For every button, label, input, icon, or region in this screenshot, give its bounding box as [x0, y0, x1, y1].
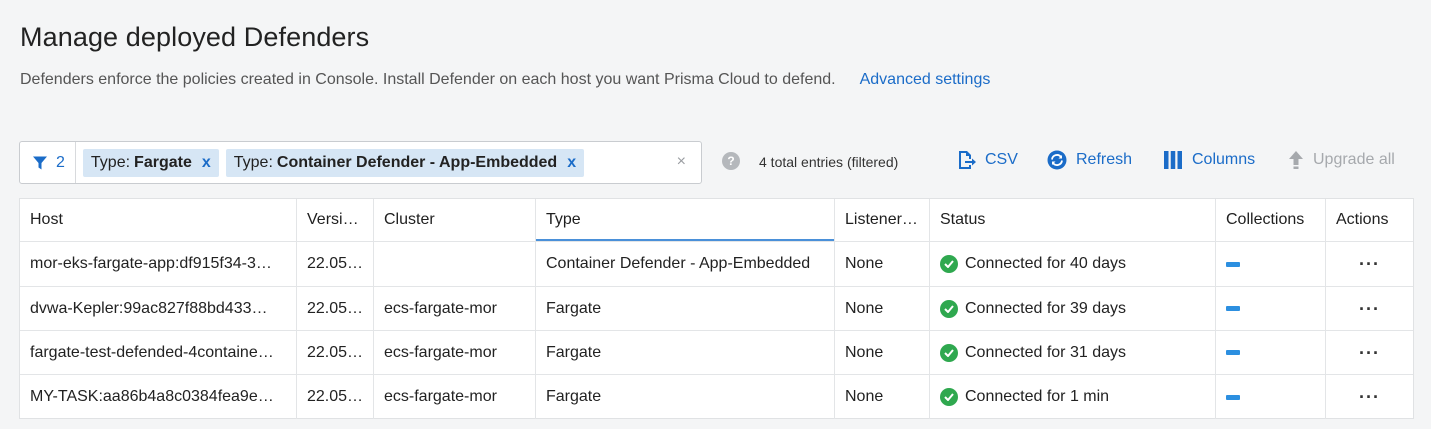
- table-row[interactable]: dvwa-Kepler:99ac827f88bd433… 22.05… ecs-…: [20, 287, 1413, 331]
- column-header-actions: Actions: [1336, 211, 1389, 228]
- chip-key: Type:: [90, 153, 131, 171]
- cluster-cell: ecs-fargate-mor: [374, 287, 536, 330]
- type-cell: Fargate: [536, 287, 835, 330]
- status-cell: Connected for 1 min: [930, 375, 1216, 419]
- advanced-settings-link[interactable]: Advanced settings: [860, 71, 991, 88]
- table-row[interactable]: fargate-test-defended-4containe… 22.05… …: [20, 331, 1413, 375]
- filter-bar[interactable]: 2 Type: Fargate x Type: Container Defend…: [19, 141, 702, 184]
- actions-cell: ···: [1326, 242, 1413, 286]
- csv-label: CSV: [985, 151, 1018, 168]
- version-cell: 22.05…: [297, 331, 374, 374]
- check-circle-icon: [940, 343, 958, 362]
- remove-chip-button[interactable]: x: [567, 154, 576, 172]
- filter-chip-app-embedded[interactable]: Type: Container Defender - App-Embedded …: [225, 148, 585, 177]
- host-cell[interactable]: dvwa-Kepler:99ac827f88bd433…: [20, 287, 297, 330]
- status-cell: Connected for 39 days: [930, 287, 1216, 330]
- listener-cell: None: [835, 331, 930, 374]
- help-icon[interactable]: ?: [722, 152, 740, 170]
- collection-chip[interactable]: [1226, 261, 1240, 267]
- defenders-table: Host Versi… Cluster Type Listener… Statu…: [19, 198, 1414, 419]
- table-header-row: Host Versi… Cluster Type Listener… Statu…: [20, 199, 1413, 242]
- cluster-cell: ecs-fargate-mor: [374, 375, 536, 419]
- status-text: Connected for 39 days: [965, 299, 1126, 317]
- remove-chip-button[interactable]: x: [202, 154, 211, 172]
- page-description: Defenders enforce the policies created i…: [20, 71, 990, 89]
- column-header-type[interactable]: Type: [536, 199, 835, 241]
- status-cell: Connected for 31 days: [930, 331, 1216, 374]
- up-arrow-icon: [1289, 151, 1303, 169]
- actions-cell: ···: [1326, 375, 1413, 419]
- columns-label: Columns: [1192, 151, 1256, 168]
- status-text: Connected for 1 min: [965, 388, 1110, 405]
- columns-button[interactable]: Columns: [1163, 150, 1255, 170]
- page-title: Manage deployed Defenders: [20, 22, 370, 52]
- check-circle-icon: [940, 299, 958, 318]
- table-row[interactable]: MY-TASK:aa86b4a8c0384fea9e… 22.05… ecs-f…: [20, 375, 1413, 419]
- check-circle-icon: [940, 388, 958, 406]
- cluster-cell: ecs-fargate-mor: [374, 331, 536, 374]
- host-cell[interactable]: MY-TASK:aa86b4a8c0384fea9e…: [20, 375, 297, 419]
- type-cell: Container Defender - App-Embedded: [536, 242, 835, 286]
- funnel-icon: [33, 156, 47, 169]
- collection-chip[interactable]: [1226, 394, 1240, 400]
- actions-menu-button[interactable]: ···: [1336, 300, 1403, 318]
- filter-count: 2: [56, 153, 65, 171]
- version-cell: 22.05…: [297, 375, 374, 419]
- filter-toggle-button[interactable]: 2: [20, 142, 76, 183]
- columns-icon: [1164, 151, 1182, 169]
- version-cell: 22.05…: [297, 287, 374, 330]
- actions-menu-button[interactable]: ···: [1336, 388, 1403, 406]
- description-text: Defenders enforce the policies created i…: [20, 71, 836, 88]
- csv-button[interactable]: CSV: [956, 150, 1018, 170]
- status-text: Connected for 40 days: [965, 255, 1126, 272]
- column-header-status[interactable]: Status: [930, 199, 1216, 241]
- actions-cell: ···: [1326, 287, 1413, 330]
- column-header-cluster[interactable]: Cluster: [374, 199, 536, 241]
- chip-value: Fargate: [134, 153, 192, 171]
- actions-menu-button[interactable]: ···: [1336, 344, 1403, 362]
- filter-chip-fargate[interactable]: Type: Fargate x: [82, 148, 219, 177]
- table-row[interactable]: mor-eks-fargate-app:df915f34-3… 22.05… C…: [20, 242, 1413, 287]
- file-export-icon: [959, 151, 976, 169]
- collections-cell: [1216, 331, 1326, 374]
- status-cell: Connected for 40 days: [930, 242, 1216, 286]
- column-header-host[interactable]: Host: [20, 199, 297, 241]
- collection-chip[interactable]: [1226, 306, 1240, 311]
- collections-cell: [1216, 287, 1326, 330]
- column-header-collections[interactable]: Collections: [1216, 199, 1326, 241]
- collections-cell: [1216, 375, 1326, 419]
- column-header-version[interactable]: Versi…: [297, 199, 374, 241]
- listener-cell: None: [835, 242, 930, 286]
- entries-count: 4 total entries (filtered): [759, 154, 899, 170]
- host-cell[interactable]: fargate-test-defended-4containe…: [20, 331, 297, 374]
- column-header-listener[interactable]: Listener…: [835, 199, 930, 241]
- version-cell: 22.05…: [297, 242, 374, 286]
- actions-menu-button[interactable]: ···: [1336, 255, 1403, 273]
- listener-cell: None: [835, 287, 930, 330]
- type-cell: Fargate: [536, 331, 835, 374]
- clear-filters-button[interactable]: ×: [677, 153, 686, 171]
- upgrade-all-button[interactable]: Upgrade all: [1288, 150, 1395, 170]
- host-cell[interactable]: mor-eks-fargate-app:df915f34-3…: [20, 242, 297, 286]
- refresh-label: Refresh: [1076, 151, 1133, 168]
- cluster-cell: [374, 242, 536, 286]
- refresh-button[interactable]: Refresh: [1047, 150, 1132, 170]
- listener-cell: None: [835, 375, 930, 419]
- collection-chip[interactable]: [1226, 350, 1240, 355]
- upgrade-all-label: Upgrade all: [1313, 151, 1395, 168]
- chip-value: Container Defender - App-Embedded: [276, 153, 558, 171]
- check-circle-icon: [940, 255, 958, 273]
- type-cell: Fargate: [536, 375, 835, 419]
- refresh-icon: [1047, 150, 1067, 170]
- actions-cell: ···: [1326, 331, 1413, 374]
- status-text: Connected for 31 days: [965, 343, 1126, 361]
- chip-key: Type:: [233, 153, 273, 171]
- collections-cell: [1216, 242, 1326, 286]
